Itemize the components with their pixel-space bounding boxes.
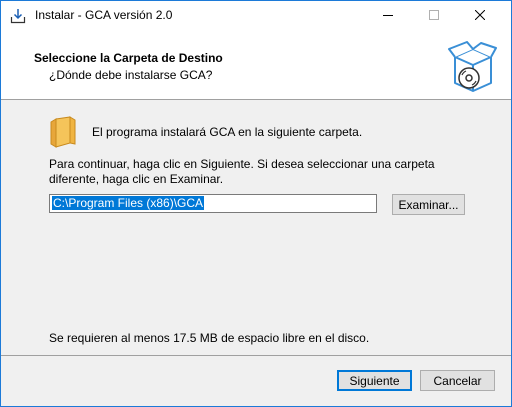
- window-title: Instalar - GCA versión 2.0: [35, 8, 173, 22]
- intro-text: El programa instalará GCA en la siguient…: [92, 125, 363, 139]
- maximize-icon: [429, 9, 439, 23]
- destination-path-input[interactable]: C:\Program Files (x86)\GCA: [49, 194, 377, 213]
- wizard-header: Seleccione la Carpeta de Destino ¿Dónde …: [1, 31, 511, 100]
- next-button[interactable]: Siguiente: [337, 370, 412, 391]
- close-icon: [474, 9, 486, 23]
- page-subtitle: ¿Dónde debe instalarse GCA?: [49, 68, 213, 82]
- footer-divider: [1, 355, 511, 356]
- disk-space-text: Se requieren al menos 17.5 MB de espacio…: [49, 331, 370, 345]
- installer-window: Instalar - GCA versión 2.0 Seleccione la…: [0, 0, 512, 407]
- instructions-text: Para continuar, haga clic en Siguiente. …: [49, 157, 435, 186]
- destination-path-value: C:\Program Files (x86)\GCA: [52, 196, 205, 210]
- page-title: Seleccione la Carpeta de Destino: [34, 51, 223, 65]
- maximize-button[interactable]: [411, 1, 457, 31]
- browse-button[interactable]: Examinar...: [392, 194, 465, 215]
- title-bar[interactable]: Instalar - GCA versión 2.0: [1, 1, 511, 31]
- cancel-button[interactable]: Cancelar: [420, 370, 495, 391]
- minimize-button[interactable]: [365, 1, 411, 31]
- minimize-icon: [383, 9, 393, 23]
- close-button[interactable]: [457, 1, 503, 31]
- setup-box-disc-icon: [447, 41, 497, 93]
- installer-download-icon: [10, 8, 26, 24]
- folder-icon: [50, 116, 76, 148]
